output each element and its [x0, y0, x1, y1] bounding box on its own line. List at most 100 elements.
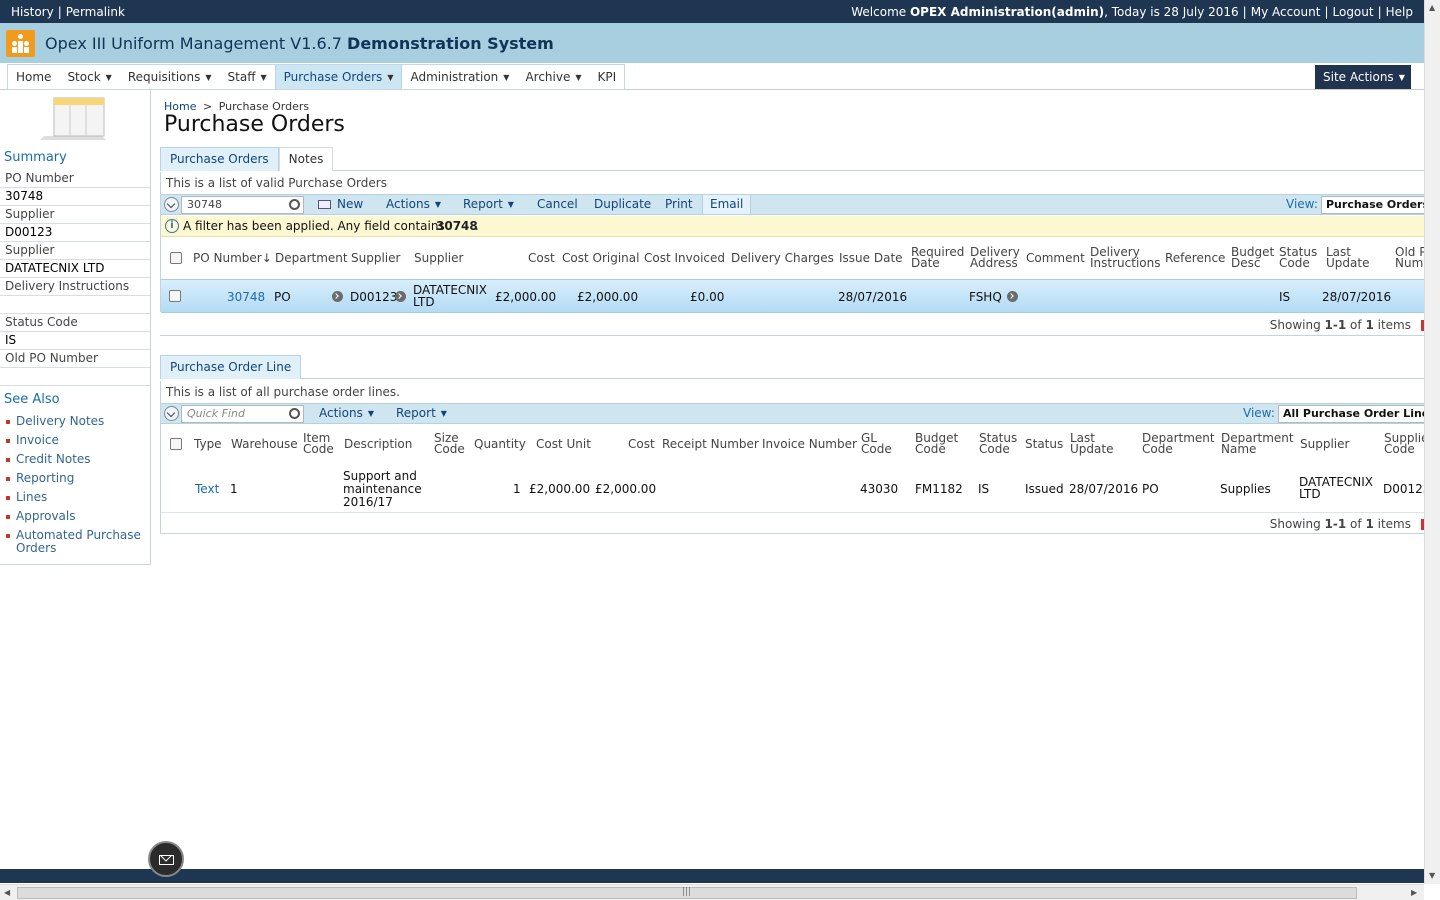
table-row[interactable]: 30748 PO D00123 DATATECNIX LTD £2,000.00…: [161, 279, 1425, 313]
col-quantity[interactable]: Quantity: [474, 438, 526, 450]
scroll-right-icon[interactable]: ▶: [1411, 888, 1417, 897]
caret-down-icon: ▼: [575, 73, 582, 82]
horizontal-scroll-thumb[interactable]: |||: [17, 887, 1357, 899]
vertical-scrollbar[interactable]: ▲ ▼: [1424, 0, 1440, 884]
col-comment[interactable]: Comment: [1026, 252, 1085, 264]
arrow-right-icon[interactable]: [1007, 291, 1018, 302]
tab-purchase-orders[interactable]: Purchase Orders: [160, 147, 279, 171]
table-row[interactable]: Text 1 Support and maintenance 2016/17 1…: [161, 465, 1425, 513]
search-icon[interactable]: [289, 199, 300, 210]
view-select[interactable]: Purchase Orders: [1321, 196, 1425, 214]
arrow-right-icon[interactable]: [395, 291, 406, 302]
nav-requisitions[interactable]: Requisitions ▼: [120, 65, 220, 89]
pol-type-link[interactable]: Text: [195, 483, 219, 495]
col-delivery-address[interactable]: Delivery Address: [970, 246, 1020, 269]
col-size-code[interactable]: Size Code: [434, 432, 465, 455]
pol-view-select[interactable]: All Purchase Order Lines: [1278, 405, 1425, 423]
email-button[interactable]: Email: [702, 195, 752, 214]
col-warehouse[interactable]: Warehouse: [231, 438, 298, 450]
tab-purchase-order-line[interactable]: Purchase Order Line: [160, 355, 302, 379]
tab-notes[interactable]: Notes: [278, 147, 334, 171]
po-search-input[interactable]: 30748: [181, 196, 304, 214]
see-also-approvals[interactable]: Approvals: [6, 510, 141, 523]
col-last-update[interactable]: Last Update: [1070, 432, 1113, 455]
horizontal-scrollbar[interactable]: ◀ ||| ▶: [0, 884, 1424, 900]
select-all-checkbox[interactable]: [170, 252, 182, 264]
col-department-code[interactable]: Department Code: [1142, 432, 1215, 455]
nav-home[interactable]: Home: [8, 65, 59, 89]
col-po-number[interactable]: PO Number↓: [193, 252, 272, 264]
col-budget-code[interactable]: Budget Code: [915, 432, 958, 455]
col-status[interactable]: Status: [1025, 438, 1063, 450]
col-budget-desc[interactable]: Budget Desc: [1231, 246, 1274, 269]
nav-archive[interactable]: Archive ▼: [517, 65, 589, 89]
col-supplier-name[interactable]: Supplier: [414, 252, 463, 264]
row-checkbox[interactable]: [169, 290, 181, 302]
help-link[interactable]: Help: [1386, 5, 1413, 19]
pol-actions-menu[interactable]: Actions ▼: [319, 406, 374, 420]
nav-purchase-orders[interactable]: Purchase Orders ▼: [274, 65, 403, 89]
quick-find-input[interactable]: Quick Find: [181, 405, 304, 423]
my-account-link[interactable]: My Account: [1251, 5, 1321, 19]
col-gl-code[interactable]: GL Code: [861, 432, 892, 455]
col-reference[interactable]: Reference: [1165, 252, 1225, 264]
opex-logo-icon[interactable]: [6, 30, 35, 57]
col-cost[interactable]: Cost: [528, 252, 555, 264]
col-required-date[interactable]: Required Date: [911, 246, 964, 269]
nav-administration[interactable]: Administration ▼: [402, 65, 517, 89]
print-button[interactable]: Print: [665, 197, 693, 211]
chevron-down-icon[interactable]: [164, 406, 179, 421]
actions-menu[interactable]: Actions ▼: [386, 197, 441, 211]
col-issue-date[interactable]: Issue Date: [839, 252, 903, 264]
col-delivery-charges[interactable]: Delivery Charges: [731, 252, 834, 264]
col-supplier-code[interactable]: Supplie Code: [1384, 433, 1425, 455]
see-also-lines[interactable]: Lines: [6, 491, 141, 504]
po-number-link[interactable]: 30748: [227, 291, 265, 303]
col-receipt-number[interactable]: Receipt Number: [662, 438, 759, 450]
mail-button[interactable]: [148, 841, 184, 877]
col-cost-invoiced[interactable]: Cost Invoiced: [644, 252, 725, 264]
see-also-credit-notes[interactable]: Credit Notes: [6, 453, 141, 466]
col-type[interactable]: Type: [194, 438, 222, 450]
col-supplier[interactable]: Supplier: [1300, 438, 1349, 450]
permalink-link[interactable]: Permalink: [66, 5, 125, 19]
col-cost-original[interactable]: Cost Original: [562, 252, 639, 264]
pol-select-all-checkbox[interactable]: [170, 438, 182, 450]
duplicate-button[interactable]: Duplicate: [594, 197, 651, 211]
site-actions-button[interactable]: Site Actions ▼: [1315, 65, 1411, 89]
cell-cost: £2,000.00: [595, 482, 657, 496]
see-also-invoice[interactable]: Invoice: [6, 434, 141, 447]
new-button[interactable]: New: [318, 197, 363, 211]
chevron-down-icon[interactable]: [164, 197, 179, 212]
history-link[interactable]: History: [11, 5, 54, 19]
arrow-right-icon[interactable]: [332, 291, 343, 302]
col-last-update[interactable]: Last Update: [1326, 246, 1369, 269]
col-cost[interactable]: Cost: [628, 438, 655, 450]
report-menu[interactable]: Report ▼: [463, 197, 514, 211]
nav-kpi[interactable]: KPI: [590, 65, 625, 89]
search-icon[interactable]: [289, 408, 300, 419]
scroll-left-icon[interactable]: ◀: [4, 888, 10, 897]
nav-stock[interactable]: Stock ▼: [59, 65, 119, 89]
scroll-down-icon[interactable]: ▼: [1429, 871, 1435, 880]
col-delivery-instructions[interactable]: Delivery Instructions: [1090, 246, 1160, 269]
see-also-delivery-notes[interactable]: Delivery Notes: [6, 415, 141, 428]
nav-staff[interactable]: Staff ▼: [220, 65, 275, 89]
scroll-up-icon[interactable]: ▲: [1429, 3, 1435, 12]
col-department[interactable]: Department: [275, 252, 348, 264]
cancel-button[interactable]: Cancel: [537, 197, 578, 211]
see-also-automated-purchase-orders[interactable]: Automated Purchase Orders: [6, 529, 141, 555]
col-status-code[interactable]: Status Code: [979, 432, 1017, 455]
col-status-code[interactable]: Status Code: [1279, 246, 1317, 269]
logout-link[interactable]: Logout: [1333, 5, 1374, 19]
col-description[interactable]: Description: [344, 438, 412, 450]
see-also-label: Approvals: [16, 509, 76, 523]
col-supplier-code[interactable]: Supplier: [351, 252, 400, 264]
pol-report-menu[interactable]: Report ▼: [396, 406, 447, 420]
col-invoice-number[interactable]: Invoice Number: [762, 438, 857, 450]
col-cost-unit[interactable]: Cost Unit: [536, 438, 591, 450]
see-also-reporting[interactable]: Reporting: [6, 472, 141, 485]
col-old-po-number[interactable]: Old P Num: [1395, 247, 1425, 269]
col-department-name[interactable]: Department Name: [1221, 432, 1294, 455]
col-item-code[interactable]: Item Code: [303, 432, 334, 455]
